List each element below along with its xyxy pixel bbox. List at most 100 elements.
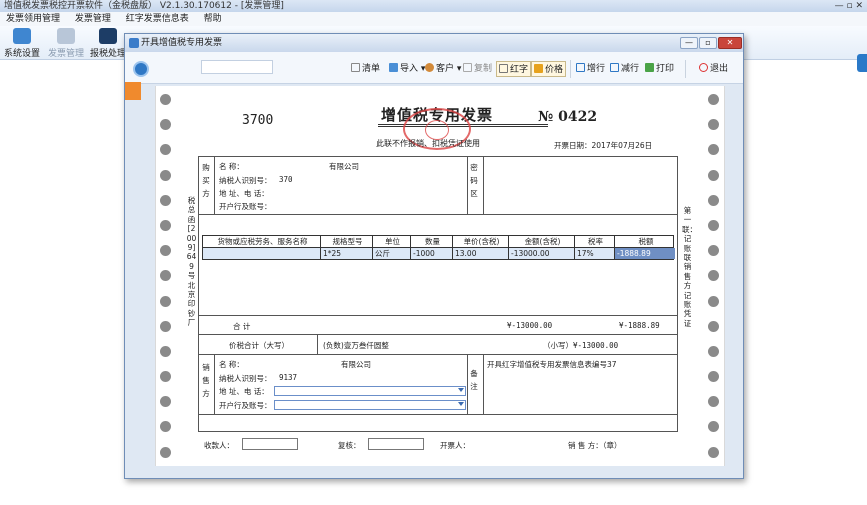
col-rate-header: 税率 xyxy=(575,236,615,247)
buyer-section: 购买方 名 称： 有限公司 纳税人识别号： 370 地 址、电 话： 开户行及账… xyxy=(199,157,677,215)
side-panel-button[interactable] xyxy=(857,54,867,72)
tax-report-button[interactable]: 报税处理 xyxy=(88,28,128,59)
delete-row-icon xyxy=(610,63,619,72)
exit-label: 退出 xyxy=(710,64,729,74)
table-row[interactable]: 1*25 公斤 -1000 13.00 -13000.00 17% -1888.… xyxy=(203,248,675,260)
right-feed-holes xyxy=(708,94,720,472)
menu-item-red-invoice-info[interactable]: 红字发票信息表 xyxy=(120,12,195,26)
buyer-tax-id-value: 370 xyxy=(279,175,293,184)
invoice-date: 开票日期：2017年07月26日 xyxy=(554,141,653,150)
cell-amount[interactable]: -13000.00 xyxy=(509,248,575,259)
close-button[interactable]: ✕ xyxy=(718,37,742,49)
tax-logo-icon xyxy=(133,61,149,77)
invoice-app-icon xyxy=(129,38,139,48)
maximize-button[interactable]: ▫ xyxy=(699,37,717,49)
toolbar-separator xyxy=(685,60,686,78)
app-titlebar: 增值税发票税控开票软件（金税盘版） V2.1.30.170612 - [发票管理… xyxy=(0,0,867,12)
invoice-number: № 0422 xyxy=(538,109,598,125)
payee-label: 收款人： xyxy=(204,441,234,450)
toolbar-separator xyxy=(570,60,571,78)
print-button[interactable]: 打印 xyxy=(643,61,676,77)
items-table-header: 货物或应税劳务、服务名称 规格型号 单位 数量 单价(含税) 金额(含税) 税率… xyxy=(203,236,673,248)
col-qty-header: 数量 xyxy=(411,236,453,247)
import-button[interactable]: 导入 ▾ xyxy=(387,61,427,77)
cell-qty[interactable]: -1000 xyxy=(411,248,453,259)
dialog-title: 开具增值税专用发票 xyxy=(141,38,223,48)
app-title: 增值税发票税控开票软件（金税盘版） V2.1.30.170612 - [发票管理… xyxy=(4,1,284,11)
seller-name-label: 名 称： xyxy=(219,360,244,369)
print-label: 打印 xyxy=(656,64,675,74)
copy-button[interactable]: 复制 xyxy=(461,61,494,77)
printer-side-text: 税总函[2009]649号北京印钞厂 xyxy=(186,196,197,328)
customer-button[interactable]: 客户 ▾ xyxy=(423,61,463,77)
exit-button[interactable]: 退出 xyxy=(697,61,730,77)
seller-bank-dropdown[interactable] xyxy=(274,400,466,410)
payee-input[interactable] xyxy=(242,438,298,450)
cell-price[interactable]: 13.00 xyxy=(453,248,509,259)
invoice-type-select[interactable] xyxy=(201,60,273,74)
cell-tax[interactable]: -1888.89 xyxy=(615,248,675,259)
remark-label: 备注 xyxy=(470,369,478,391)
invoice-manage-button[interactable]: 发票管理 xyxy=(46,28,86,59)
dialog-footer xyxy=(125,466,743,478)
reviewer-label: 复核： xyxy=(338,441,361,450)
red-invoice-button[interactable]: 红字 xyxy=(496,61,532,77)
seller-seal-label: 销 售 方：（章） xyxy=(568,441,622,450)
minimize-button[interactable]: — xyxy=(680,37,698,49)
list-button[interactable]: 清单 xyxy=(349,61,382,77)
col-name-header: 货物或应税劳务、服务名称 xyxy=(203,236,321,247)
buyer-vertical-label: 购买方 xyxy=(202,163,210,198)
remark-text[interactable]: 开具红字增值税专用发票信息表编号37 xyxy=(487,359,617,370)
seller-section: 销售方 名 称： 有限公司 纳税人识别号： 9137 地 址、电 话： 开户行及… xyxy=(199,355,677,415)
add-row-button[interactable]: 增行 xyxy=(574,61,607,77)
import-icon xyxy=(389,63,398,72)
cell-spec[interactable]: 1*25 xyxy=(321,248,373,259)
invoice-subtitle: 此联不作报销、扣税凭证使用 xyxy=(376,139,480,148)
total-label: 合 计 xyxy=(233,322,251,331)
seller-tax-id-value: 9137 xyxy=(279,373,298,382)
add-row-label: 增行 xyxy=(587,64,606,74)
buyer-address-label: 地 址、电 话： xyxy=(219,189,269,198)
price-tag-icon xyxy=(534,64,543,73)
buyer-bank-label: 开户行及账号： xyxy=(219,202,272,211)
cell-name[interactable] xyxy=(203,248,321,259)
gear-icon xyxy=(13,28,31,44)
invoice-manage-label: 发票管理 xyxy=(47,49,84,59)
left-feed-holes xyxy=(160,94,172,472)
price-button[interactable]: 价格 xyxy=(531,61,567,77)
reviewer-input[interactable] xyxy=(368,438,424,450)
app-menubar: 发票领用管理 发票管理 红字发票信息表 帮助 xyxy=(0,12,867,26)
col-amount-header: 金额(含税) xyxy=(509,236,575,247)
system-settings-button[interactable]: 系统设置 xyxy=(2,28,42,59)
total-amount: ¥-13000.00 xyxy=(507,321,553,330)
copy-icon xyxy=(463,63,472,72)
invoice-dialog: 开具增值税专用发票 — ▫ ✕ 清单 导入 ▾ 客户 ▾ 复制 红字 价格 增行… xyxy=(124,33,744,479)
document-icon xyxy=(57,28,75,44)
chevron-down-icon xyxy=(458,402,464,406)
seller-address-dropdown[interactable] xyxy=(274,386,466,396)
menu-item-help[interactable]: 帮助 xyxy=(198,12,228,26)
invoice-frame: 购买方 名 称： 有限公司 纳税人识别号： 370 地 址、电 话： 开户行及账… xyxy=(198,156,678,432)
customer-label: 客户 xyxy=(436,64,455,74)
col-spec-header: 规格型号 xyxy=(321,236,373,247)
menu-item-invoice-claim[interactable]: 发票领用管理 xyxy=(0,12,66,26)
printer-icon xyxy=(645,63,654,72)
col-tax-header: 税额 xyxy=(638,237,654,246)
menu-item-invoice-manage[interactable]: 发票管理 xyxy=(69,12,117,26)
chevron-down-icon xyxy=(458,388,464,392)
seller-tax-id-label: 纳税人识别号： xyxy=(219,374,272,383)
dialog-toolbar: 清单 导入 ▾ 客户 ▾ 复制 红字 价格 增行 减行 打印 退出 xyxy=(125,52,743,100)
total-row: 合 计 ¥-13000.00 ¥-1888.89 xyxy=(199,315,677,335)
import-label: 导入 xyxy=(400,64,419,74)
grand-total-label: 价税合计（大写） xyxy=(229,341,289,350)
seller-bank-label: 开户行及账号： xyxy=(219,401,272,410)
red-invoice-label: 红字 xyxy=(510,65,529,75)
add-row-icon xyxy=(576,63,585,72)
delete-row-button[interactable]: 减行 xyxy=(608,61,641,77)
copy-label: 复制 xyxy=(474,64,493,74)
cell-rate[interactable]: 17% xyxy=(575,248,615,259)
cell-unit[interactable]: 公斤 xyxy=(373,248,411,259)
app-window-controls[interactable]: — ▫ ✕ xyxy=(835,0,863,12)
grand-total-chinese: (负数)壹万叁仟圆整 xyxy=(323,341,389,350)
buyer-name-label: 名 称： xyxy=(219,162,244,171)
